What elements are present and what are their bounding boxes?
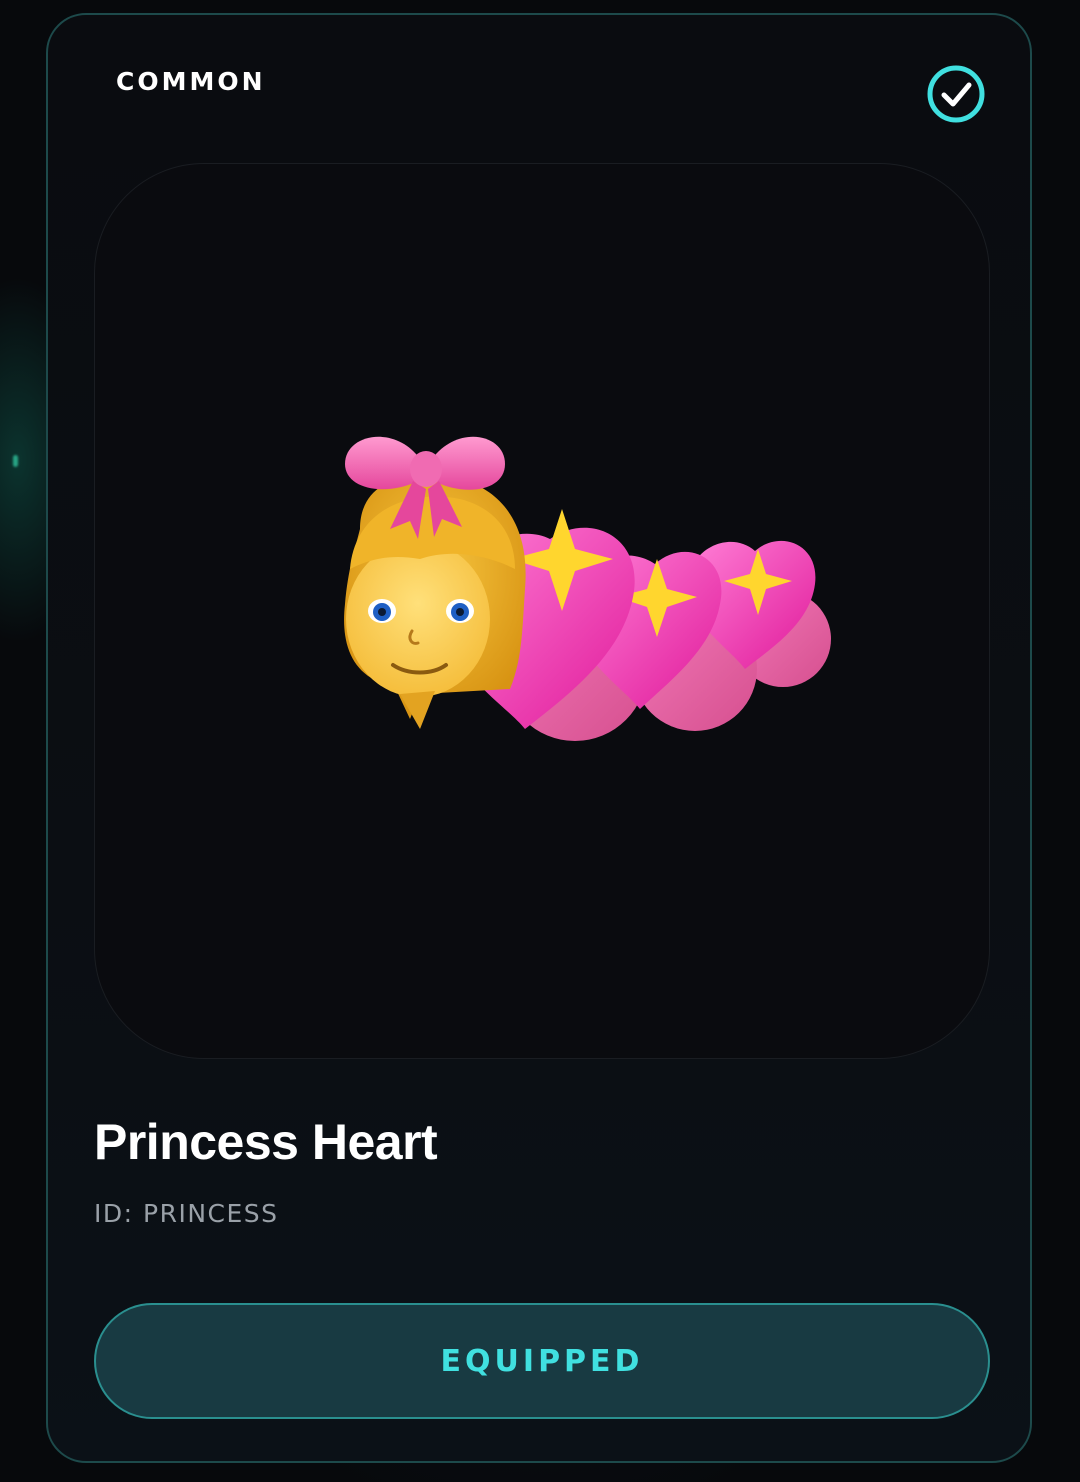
item-preview (94, 163, 990, 1059)
item-id: ID: PRINCESS (94, 1199, 279, 1228)
rarity-label: COMMON (116, 67, 266, 96)
item-name: Princess Heart (94, 1114, 438, 1170)
princess-heart-art (344, 436, 831, 741)
check-circle-icon (927, 65, 985, 123)
item-card: COMMON Princess Heart ID: PRINCESS EQUIP… (46, 13, 1032, 1463)
equipped-button[interactable]: EQUIPPED (94, 1303, 990, 1419)
equipped-button-label: EQUIPPED (440, 1343, 644, 1379)
edge-glow-indicator (13, 455, 18, 467)
